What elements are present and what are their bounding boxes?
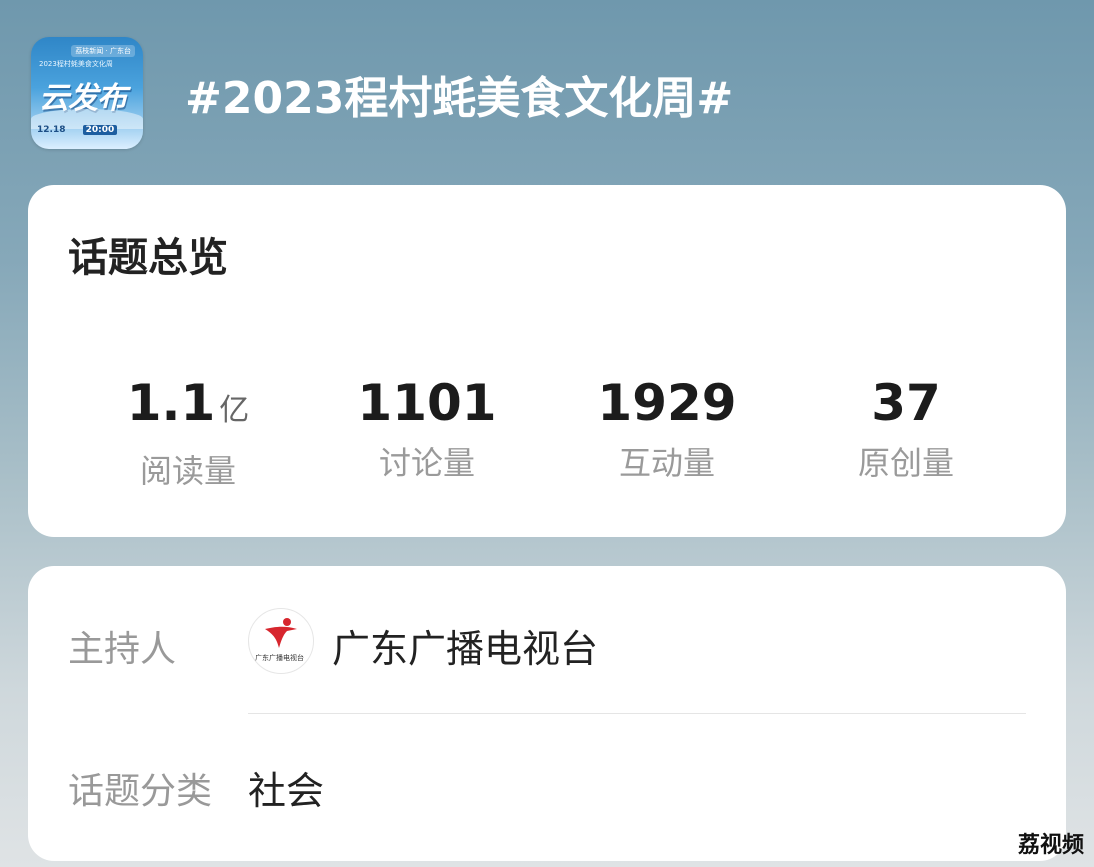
stat-reads: 1.1 亿 阅读量 [68, 375, 308, 491]
category-value: 社会 [248, 769, 325, 813]
gdtv-mark-icon [265, 618, 297, 648]
stat-unit: 亿 [219, 393, 250, 428]
stat-value: 1929 [597, 374, 737, 432]
topic-title: #2023程村蚝美食文化周# [185, 73, 734, 124]
stat-label: 原创量 [857, 444, 954, 482]
host-name-link[interactable]: 广东广播电视台 [332, 618, 598, 673]
cover-subtitle: 2023程村蚝美食文化周 [39, 60, 113, 68]
cover-date: 12.18 [37, 125, 66, 135]
gdtv-logo-text: 广东广播电视台 [255, 654, 304, 662]
overview-card: 话题总览 1.1 亿 阅读量 1101 讨论量 1929 互动量 37 原创量 [28, 185, 1066, 537]
stat-label: 互动量 [618, 444, 715, 482]
cover-time: 20:00 [82, 125, 118, 135]
cover-datetime: 12.18 20:00 [37, 125, 118, 135]
gdtv-logo-icon[interactable]: 广东广播电视台 [248, 608, 314, 674]
category-label: 话题分类 [68, 771, 213, 812]
stat-originals: 37 原创量 [786, 375, 1026, 483]
watermark: 荔视频 [1017, 833, 1084, 858]
stat-value: 1101 [357, 374, 497, 432]
cover-badge: 荔枝新闻 · 广东台 [71, 45, 135, 57]
topic-cover-icon[interactable]: 荔枝新闻 · 广东台 2023程村蚝美食文化周 云发布 12.18 20:00 [31, 37, 143, 149]
host-label: 主持人 [68, 629, 177, 670]
topic-info-card: 主持人 广东广播电视台 广东广播电视台 话题分类 社会 [28, 566, 1066, 861]
overview-title: 话题总览 [68, 235, 228, 281]
row-divider [248, 713, 1026, 714]
category-row: 话题分类 社会 [68, 746, 1026, 826]
stat-label: 阅读量 [139, 452, 236, 490]
stat-label: 讨论量 [378, 444, 475, 482]
stat-interactions: 1929 互动量 [547, 375, 787, 483]
stat-discussions: 1101 讨论量 [307, 375, 547, 483]
host-row[interactable]: 主持人 广东广播电视台 广东广播电视台 [68, 604, 1026, 684]
stat-value: 37 [871, 374, 941, 432]
stat-value: 1.1 亿 [126, 374, 250, 432]
